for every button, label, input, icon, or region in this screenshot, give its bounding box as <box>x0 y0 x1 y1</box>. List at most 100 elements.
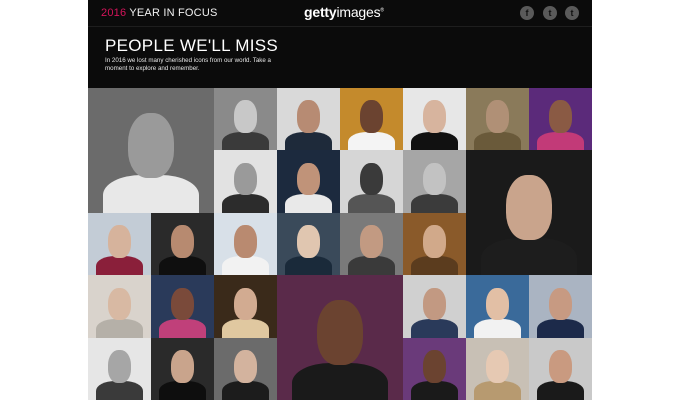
portrait-shoulders <box>536 381 585 400</box>
portrait-shoulders <box>284 131 333 151</box>
portrait-shoulders <box>292 362 388 400</box>
portrait-face <box>108 350 131 383</box>
portrait-shoulders <box>103 175 199 213</box>
portrait-face <box>108 225 131 258</box>
portrait-face <box>486 350 509 383</box>
portrait-shoulders <box>158 381 207 400</box>
portrait-shoulders <box>95 381 144 400</box>
portrait-tile[interactable] <box>151 212 214 276</box>
portrait-shoulders <box>410 318 459 338</box>
portrait-face <box>234 100 257 133</box>
app-window: 2016 YEAR IN FOCUS gettyimages® f t t PE… <box>88 0 592 400</box>
portrait-tile[interactable] <box>403 150 466 213</box>
portrait-shoulders <box>284 256 333 276</box>
portrait-face <box>486 287 509 321</box>
portrait-tile[interactable] <box>151 275 214 338</box>
portrait-face <box>423 350 446 383</box>
portrait-shoulders <box>481 237 577 276</box>
portrait-tile[interactable] <box>529 88 592 151</box>
portrait-shoulders <box>410 381 459 400</box>
portrait-face <box>423 100 446 133</box>
title-year: 2016 <box>101 7 127 19</box>
portrait-shoulders <box>158 256 207 276</box>
portrait-face <box>423 162 446 196</box>
title-text: YEAR IN FOCUS <box>126 7 218 19</box>
portrait-face <box>360 225 383 258</box>
portrait-tile[interactable] <box>529 337 592 400</box>
facebook-icon[interactable]: f <box>520 6 534 20</box>
portrait-face <box>297 162 320 196</box>
portrait-tile[interactable] <box>340 150 403 213</box>
portrait-tile[interactable] <box>214 212 277 276</box>
portrait-face <box>171 225 194 258</box>
portrait-tile[interactable] <box>214 337 277 400</box>
portrait-face <box>360 162 383 196</box>
portrait-face <box>234 162 257 196</box>
portrait-face <box>128 112 174 178</box>
portrait-tile[interactable] <box>88 88 214 213</box>
portrait-face <box>549 100 572 133</box>
portrait-shoulders <box>95 256 144 276</box>
portrait-tile[interactable] <box>466 150 592 276</box>
portrait-tile[interactable] <box>214 275 277 338</box>
portrait-face <box>171 350 194 383</box>
portrait-face <box>234 287 257 321</box>
tumblr-icon[interactable]: t <box>565 6 579 20</box>
portrait-face <box>423 225 446 258</box>
portrait-shoulders <box>221 381 270 400</box>
portrait-tile[interactable] <box>466 337 529 400</box>
twitter-icon[interactable]: t <box>543 6 557 20</box>
portrait-shoulders <box>221 256 270 276</box>
portrait-shoulders <box>347 256 396 276</box>
portrait-face <box>297 100 320 133</box>
portrait-tile[interactable] <box>340 88 403 151</box>
portrait-tile[interactable] <box>214 88 277 151</box>
portrait-tile[interactable] <box>88 212 151 276</box>
portrait-tile[interactable] <box>466 275 529 338</box>
portrait-face <box>297 225 320 258</box>
logo-bold: getty <box>304 4 337 20</box>
portrait-shoulders <box>473 318 522 338</box>
portrait-tile[interactable] <box>340 212 403 276</box>
portrait-tile[interactable] <box>151 337 214 400</box>
portrait-tile[interactable] <box>277 275 403 400</box>
portrait-shoulders <box>158 318 207 338</box>
portrait-face <box>549 287 572 321</box>
portrait-shoulders <box>473 131 522 151</box>
portrait-tile[interactable] <box>403 337 466 400</box>
portrait-shoulders <box>410 131 459 151</box>
portrait-shoulders <box>221 131 270 151</box>
portrait-shoulders <box>284 194 333 213</box>
portrait-shoulders <box>347 194 396 213</box>
portrait-tile[interactable] <box>403 212 466 276</box>
portrait-tile[interactable] <box>88 337 151 400</box>
portrait-tile[interactable] <box>529 275 592 338</box>
page-title: PEOPLE WE'LL MISS <box>105 36 279 55</box>
portrait-shoulders <box>95 318 144 338</box>
portrait-tile[interactable] <box>466 88 529 151</box>
portrait-face <box>423 287 446 321</box>
portrait-tile[interactable] <box>277 150 340 213</box>
portrait-shoulders <box>536 131 585 151</box>
portrait-face <box>234 225 257 258</box>
portrait-tile[interactable] <box>403 88 466 151</box>
site-title[interactable]: 2016 YEAR IN FOCUS <box>101 7 218 19</box>
portrait-tile[interactable] <box>277 88 340 151</box>
portrait-shoulders <box>410 194 459 213</box>
portrait-shoulders <box>347 131 396 151</box>
portrait-face <box>234 350 257 383</box>
portrait-face <box>486 100 509 133</box>
portrait-shoulders <box>536 318 585 338</box>
portrait-tile[interactable] <box>277 212 340 276</box>
top-bar: 2016 YEAR IN FOCUS gettyimages® f t t <box>88 0 592 27</box>
portrait-shoulders <box>473 381 522 400</box>
portrait-tile[interactable] <box>214 150 277 213</box>
getty-images-logo[interactable]: gettyimages® <box>304 4 384 20</box>
portrait-shoulders <box>410 256 459 276</box>
portrait-tile[interactable] <box>403 275 466 338</box>
portrait-face <box>506 175 552 241</box>
portrait-tile[interactable] <box>88 275 151 338</box>
logo-rest: images <box>336 4 381 20</box>
portrait-face <box>171 287 194 321</box>
portrait-face <box>317 300 363 366</box>
